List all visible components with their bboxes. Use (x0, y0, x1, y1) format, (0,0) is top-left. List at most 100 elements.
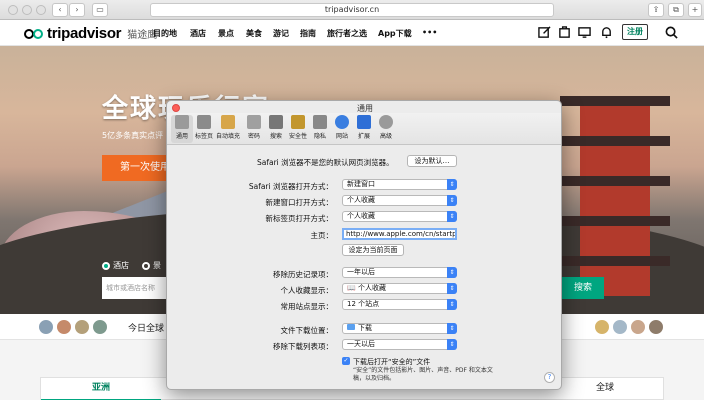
window-minimize-button[interactable] (22, 5, 32, 15)
remove-downloads-select[interactable]: 一天以后 ⇕ (342, 339, 457, 350)
avatar[interactable] (630, 319, 646, 335)
share-icon[interactable]: ⇪ (648, 3, 664, 17)
nav-food[interactable]: 美食 (246, 28, 262, 39)
nav-guides[interactable]: 指南 (300, 28, 316, 39)
new-tab-icon[interactable]: + (688, 3, 702, 17)
set-current-page-button[interactable]: 设定为当前页面 (342, 244, 404, 256)
avatar[interactable] (648, 319, 664, 335)
trips-icon[interactable] (558, 26, 571, 39)
tab-general[interactable]: 通用 (171, 115, 193, 143)
chevron-updown-icon: ⇕ (447, 339, 457, 350)
chevron-updown-icon: ⇕ (447, 323, 457, 334)
search-button[interactable]: 搜索 (562, 277, 604, 299)
tab-search[interactable]: 搜索 (265, 115, 287, 143)
remove-history-select[interactable]: 一年以后 ⇕ (342, 267, 457, 278)
nav-hotels[interactable]: 酒店 (190, 28, 206, 39)
chevron-updown-icon: ⇕ (447, 299, 457, 310)
top-sites-select[interactable]: 12 个站点 ⇕ (342, 299, 457, 310)
favorites-select[interactable]: 📖 个人收藏 ⇕ (342, 283, 457, 294)
tabs-icon (197, 115, 211, 129)
nav-app-download[interactable]: App下载 (378, 28, 412, 39)
magnifier-icon (269, 115, 283, 129)
tab-advanced-label: 高级 (379, 133, 392, 140)
nav-attractions[interactable]: 景点 (218, 28, 234, 39)
radio-attractions-label: 景 (153, 261, 161, 270)
nav-travelogues[interactable]: 游记 (273, 28, 289, 39)
owl-logo-icon (24, 28, 44, 40)
chevron-updown-icon: ⇕ (447, 211, 457, 222)
tab-extensions-label: 扩展 (357, 133, 370, 140)
tab-general-label: 通用 (175, 133, 188, 140)
remove-downloads-value: 一天以后 (347, 340, 375, 348)
download-location-label: 文件下载位置： (280, 326, 334, 335)
help-button[interactable]: ? (544, 372, 555, 383)
notifications-icon[interactable] (600, 26, 613, 39)
tripadvisor-logo[interactable]: tripadvisor 猫途鹰 (24, 25, 157, 42)
remove-history-value: 一年以后 (347, 268, 375, 276)
inbox-icon[interactable] (578, 26, 591, 39)
tab-advanced[interactable]: 高级 (375, 115, 397, 143)
radio-attractions[interactable]: 景 (142, 260, 161, 271)
tab-websites[interactable]: 网站 (331, 115, 353, 143)
sidebar-toggle-icon[interactable]: ▭ (92, 3, 108, 17)
site-nav: tripadvisor 猫途鹰 目的地 酒店 景点 美食 游记 指南 旅行者之选… (0, 20, 704, 46)
avatar[interactable] (74, 319, 90, 335)
open-with-select[interactable]: 新建窗口 ⇕ (342, 179, 457, 190)
open-safe-files-checkbox[interactable]: ✓ (342, 357, 350, 365)
search-icon[interactable] (665, 26, 678, 39)
tab-passwords[interactable]: 密码 (243, 115, 265, 143)
tab-privacy-label: 隐私 (313, 133, 326, 140)
hero-subtitle: 5亿多条真实点评 (102, 131, 164, 140)
address-bar[interactable]: tripadvisor.cn (150, 3, 554, 17)
pencil-icon (221, 115, 235, 129)
new-tab-value: 个人收藏 (347, 212, 375, 220)
tab-websites-label: 网站 (335, 133, 348, 140)
radio-hotel[interactable]: 酒店 (102, 260, 129, 271)
window-zoom-button[interactable] (36, 5, 46, 15)
tab-privacy[interactable]: 隐私 (309, 115, 331, 143)
download-location-select[interactable]: 下载 ⇕ (342, 323, 457, 334)
top-sites-value: 12 个站点 (347, 300, 380, 308)
avatar[interactable] (92, 319, 108, 335)
tabs-overview-icon[interactable]: ⧉ (668, 3, 684, 17)
nav-travelers-choice[interactable]: 旅行者之选 (327, 28, 367, 39)
new-window-value: 个人收藏 (347, 196, 375, 204)
avatar[interactable] (38, 319, 54, 335)
avatar[interactable] (56, 319, 72, 335)
avatar[interactable] (594, 319, 610, 335)
tab-security[interactable]: 安全性 (287, 115, 309, 143)
pagoda-image (560, 76, 670, 296)
window-close-button[interactable] (8, 5, 18, 15)
open-with-value: 新建窗口 (347, 180, 375, 188)
preferences-toolbar: 通用 标签页 自动填充 密码 搜索 安全性 隐私 网站 扩展 高级 (167, 113, 561, 145)
new-tab-select[interactable]: 个人收藏 ⇕ (342, 211, 457, 222)
tab-extensions[interactable]: 扩展 (353, 115, 375, 143)
url-text: tripadvisor.cn (324, 5, 380, 14)
favorites-value: 📖 个人收藏 (347, 284, 386, 292)
back-button[interactable]: ‹ (52, 3, 68, 17)
forward-button[interactable]: › (69, 3, 85, 17)
switch-icon (175, 115, 189, 129)
set-default-button[interactable]: 设为默认… (407, 155, 457, 167)
tab-passwords-label: 密码 (247, 133, 260, 140)
chevron-updown-icon: ⇕ (447, 283, 457, 294)
tab-tabs[interactable]: 标签页 (193, 115, 215, 143)
tab-autofill[interactable]: 自动填充 (215, 115, 241, 143)
homepage-input[interactable]: http://www.apple.com/cn/startpage/ (342, 228, 457, 240)
nav-more[interactable]: ••• (422, 28, 437, 37)
new-tab-label: 新标签页打开方式： (265, 214, 334, 223)
new-window-select[interactable]: 个人收藏 ⇕ (342, 195, 457, 206)
tab-global[interactable]: 全球 (545, 378, 665, 400)
write-review-icon[interactable] (538, 26, 551, 39)
avatar[interactable] (612, 319, 628, 335)
chevron-updown-icon: ⇕ (447, 267, 457, 278)
folder-icon (347, 324, 355, 330)
signup-button[interactable]: 注册 (622, 24, 648, 40)
open-with-label: Safari 浏览器打开方式： (248, 182, 333, 191)
radio-dot-icon (102, 261, 110, 270)
tab-asia[interactable]: 亚洲 (41, 378, 161, 400)
open-safe-files-label: 下载后打开“安全的”文件 (353, 358, 431, 366)
remove-history-label: 移除历史记录项： (273, 270, 333, 279)
nav-destinations[interactable]: 目的地 (153, 28, 177, 39)
key-icon (247, 115, 261, 129)
